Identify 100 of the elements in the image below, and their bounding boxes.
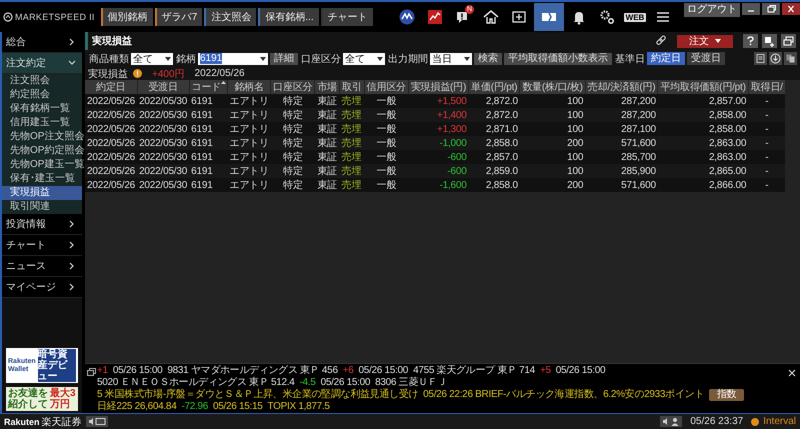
sidebar-section[interactable]: チャート: [2, 235, 82, 256]
column-header[interactable]: 取得日/: [748, 80, 786, 94]
ticker-text[interactable]: 05/26 22:26 BRIEF-バルチック海運指数、6.2%安の2933ポイント: [423, 389, 704, 401]
sidebar-section[interactable]: ニュース: [2, 256, 82, 277]
windows-icon[interactable]: [781, 34, 796, 48]
ticker-text[interactable]: 05/26 15:00: [320, 377, 370, 389]
table-cell: 2,863.00: [658, 150, 748, 164]
brand-text: Rakuten: [4, 416, 40, 426]
table-cell: 特定: [270, 108, 315, 122]
column-header[interactable]: 約定日: [85, 80, 138, 94]
link-icon[interactable]: [655, 35, 667, 47]
column-header[interactable]: 取引: [340, 80, 364, 94]
order-button[interactable]: 注文: [677, 34, 733, 48]
column-header[interactable]: 受渡日: [137, 80, 190, 94]
table-cell: 特定: [270, 150, 315, 164]
column-header[interactable]: 市場: [314, 80, 340, 94]
column-header[interactable]: 数量(株/口/枚): [520, 80, 586, 94]
field-label: 商品種類: [89, 52, 129, 66]
save-icon[interactable]: [754, 52, 767, 65]
column-header[interactable]: 銘柄名: [228, 80, 271, 94]
nav-button[interactable]: 保有銘柄...: [258, 8, 319, 26]
table-cell: 売埋: [340, 150, 364, 164]
close-icon[interactable]: [782, 3, 800, 15]
ticker-text[interactable]: 05/26 15:00: [358, 365, 408, 377]
filter-button[interactable]: 詳細: [270, 52, 298, 64]
sidebar-item[interactable]: 実現損益: [2, 186, 82, 200]
dropdown[interactable]: 全て: [343, 52, 385, 64]
ticker-text[interactable]: TOPIX 1,877.5: [268, 401, 330, 413]
caret-icon: [260, 56, 266, 60]
logout-button[interactable]: ログアウト: [684, 3, 740, 17]
table-cell: 100: [520, 150, 586, 164]
nav-button[interactable]: 注文照会: [204, 8, 256, 26]
ticker-text[interactable]: 05/26 15:00: [556, 365, 606, 377]
ticker-text[interactable]: 5020 ＥＮＥＯＳホールディングス 東Ｐ 512.4: [97, 377, 295, 389]
toolbar-button[interactable]: WEB: [622, 3, 648, 31]
table-cell: 東証: [314, 108, 340, 122]
filter-button[interactable]: 平均取得価額小数表示: [504, 52, 612, 64]
column-header[interactable]: 口座区分: [270, 80, 315, 94]
toggle-button[interactable]: 約定日: [647, 52, 685, 65]
table-cell: 6191: [189, 178, 228, 192]
table-cell: 売埋: [340, 164, 364, 178]
sidebar-item[interactable]: 約定照会: [2, 88, 82, 102]
column-header[interactable]: 実現損益(円): [408, 80, 469, 94]
table-cell: 一般: [364, 136, 408, 150]
table-cell: 6191: [189, 122, 228, 136]
close-icon[interactable]: [788, 369, 796, 377]
ticker-text[interactable]: 5 米国株式市場-序盤＝ダウとＳ＆Ｐ上昇、米企業の堅調な利益見通し受け: [97, 389, 418, 401]
sort-arrow-icon: [221, 81, 226, 84]
table-cell: -: [748, 178, 786, 192]
dropdown[interactable]: 全て: [131, 52, 173, 64]
column-header[interactable]: 信用区分: [364, 80, 408, 94]
help-icon[interactable]: [743, 34, 758, 48]
ticker-text[interactable]: 9831 ヤマダホールディングス 東Ｐ 456: [167, 365, 338, 377]
field-label: 出力期間: [388, 52, 428, 66]
new-window-icon[interactable]: [762, 34, 777, 48]
sidebar-section[interactable]: 注文約定: [2, 53, 82, 74]
sidebar-item[interactable]: 先物OP注文照会: [2, 130, 82, 144]
ticker-text[interactable]: 8306 三菱ＵＦＪ: [375, 377, 448, 389]
dropdown[interactable]: 当日: [430, 52, 472, 64]
nav-button[interactable]: 個別銘柄: [100, 8, 153, 26]
column-header[interactable]: コード: [189, 80, 228, 94]
sidebar-item[interactable]: 先物OP建玉一覧: [2, 158, 82, 172]
ticker-text[interactable]: 05/26 15:15: [213, 401, 263, 413]
field-label: 口座区分: [301, 52, 341, 66]
sidebar-item[interactable]: 注文照会: [2, 74, 82, 88]
sidebar-section[interactable]: 投資情報: [2, 214, 82, 235]
restore-icon[interactable]: [762, 3, 780, 15]
sidebar-item[interactable]: 取引関連: [2, 200, 82, 214]
table-cell: +1,400: [408, 108, 469, 122]
table-cell: 2022/05/26: [85, 164, 138, 178]
ticker-text[interactable]: 05/26 15:00: [112, 365, 162, 377]
sidebar-section[interactable]: 総合: [2, 32, 82, 53]
ticker-text[interactable]: 日経225 26,604.84: [97, 401, 176, 413]
field-label: 基準日: [615, 52, 645, 66]
column-header[interactable]: 単価(円/pt): [468, 80, 520, 94]
sound-toggle-icon[interactable]: [86, 416, 108, 427]
filter-button[interactable]: 検索: [474, 52, 502, 64]
sidebar-item[interactable]: 信用建玉一覧: [2, 116, 82, 130]
chevron-down-icon: [68, 59, 76, 67]
download-icon[interactable]: [769, 52, 782, 65]
chart-icon: [427, 9, 443, 25]
nav-button[interactable]: ザラバ7: [154, 8, 202, 26]
column-header[interactable]: 売却/決済額(円): [585, 80, 658, 94]
copy-icon[interactable]: [784, 52, 797, 65]
sidebar-item[interactable]: 保有銘柄一覧: [2, 102, 82, 116]
sidebar-item[interactable]: 先物OP約定照会: [2, 144, 82, 158]
table-cell: 2022/05/26: [85, 136, 138, 150]
dropdown[interactable]: 6191: [198, 52, 268, 64]
ad-banner[interactable]: お友達を紹介して 最大3万円: [6, 387, 78, 411]
table-cell: -600: [408, 150, 469, 164]
sidebar-section[interactable]: マイページ: [2, 277, 82, 298]
toggle-button[interactable]: 受渡日: [687, 52, 725, 65]
sidebar-item[interactable]: 保有･建玉一覧: [2, 172, 82, 186]
minimize-icon[interactable]: [742, 3, 760, 15]
column-header[interactable]: 平均取得価額(円/pt): [658, 80, 748, 94]
table-cell: 一般: [364, 122, 408, 136]
nav-button[interactable]: チャート: [320, 8, 373, 26]
windows-icon[interactable]: [86, 368, 96, 376]
table-cell: エアトリ: [228, 108, 271, 122]
sound-user-icon[interactable]: [660, 416, 682, 427]
